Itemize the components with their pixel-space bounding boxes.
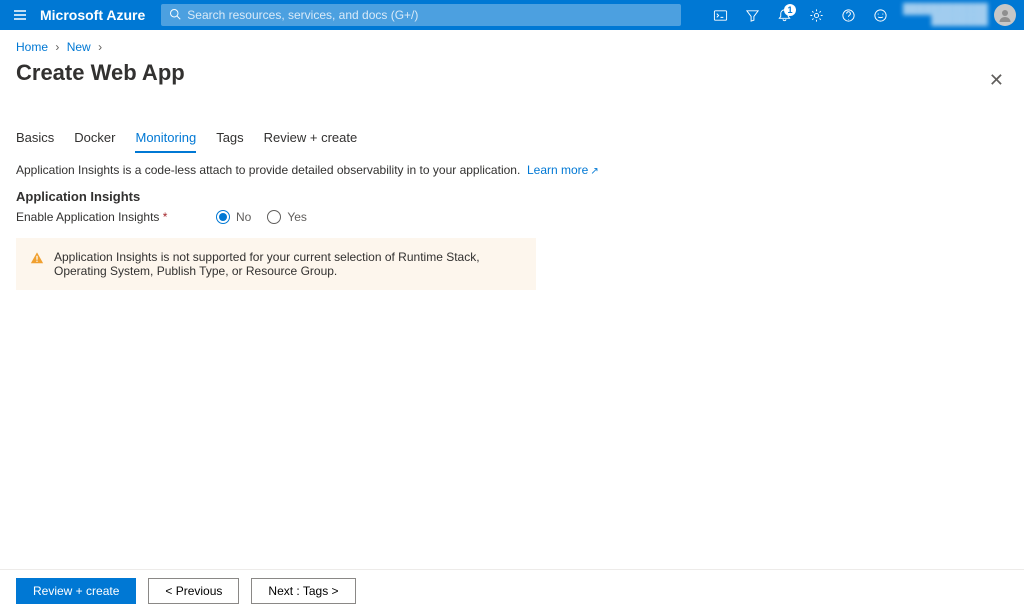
account-button[interactable]: ████████████████████ (903, 4, 1016, 26)
learn-more-link[interactable]: Learn more↗ (527, 163, 599, 177)
account-label: ████████████████████ (903, 4, 988, 26)
enable-app-insights-radios: No Yes (216, 210, 307, 224)
warning-triangle-icon (30, 251, 44, 268)
brand-label[interactable]: Microsoft Azure (40, 7, 145, 23)
avatar-icon (994, 4, 1016, 26)
notifications-badge: 1 (784, 4, 796, 16)
field-label-text: Enable Application Insights (16, 210, 159, 224)
search-input[interactable] (187, 8, 673, 22)
radio-yes-label: Yes (287, 210, 307, 224)
notifications-icon[interactable]: 1 (771, 1, 799, 29)
required-asterisk: * (163, 210, 168, 224)
enable-app-insights-row: Enable Application Insights * No Yes (16, 210, 1008, 224)
chevron-right-icon: › (98, 40, 102, 54)
settings-gear-icon[interactable] (803, 1, 831, 29)
radio-dot-icon (267, 210, 281, 224)
radio-dot-icon (216, 210, 230, 224)
help-icon[interactable] (835, 1, 863, 29)
tab-tags[interactable]: Tags (216, 124, 243, 153)
chevron-right-icon: › (55, 40, 59, 54)
warning-text: Application Insights is not supported fo… (54, 250, 522, 278)
review-create-button[interactable]: Review + create (16, 578, 136, 604)
breadcrumb: Home › New › (16, 40, 1008, 54)
radio-no-label: No (236, 210, 251, 224)
external-link-icon: ↗ (590, 166, 598, 177)
enable-app-insights-label: Enable Application Insights * (16, 210, 216, 224)
previous-button[interactable]: < Previous (148, 578, 239, 604)
search-icon (169, 8, 181, 23)
tabs: Basics Docker Monitoring Tags Review + c… (16, 124, 1008, 153)
tab-docker[interactable]: Docker (74, 124, 115, 153)
close-icon[interactable]: ✕ (985, 66, 1008, 95)
section-application-insights: Application Insights (16, 189, 1008, 204)
page-title: Create Web App (16, 60, 185, 86)
header-icons: 1 ████████████████████ (707, 1, 1016, 29)
intro-body: Application Insights is a code-less atta… (16, 163, 520, 177)
intro-text: Application Insights is a code-less atta… (16, 163, 1008, 177)
footer-bar: Review + create < Previous Next : Tags > (0, 569, 1024, 611)
top-header: Microsoft Azure 1 ████████████████████ (0, 0, 1024, 30)
directory-filter-icon[interactable] (739, 1, 767, 29)
learn-more-label: Learn more (527, 163, 588, 177)
next-button[interactable]: Next : Tags > (251, 578, 355, 604)
feedback-icon[interactable] (867, 1, 895, 29)
page-content: Home › New › Create Web App ✕ Basics Doc… (0, 30, 1024, 569)
tab-review-create[interactable]: Review + create (264, 124, 358, 153)
tab-monitoring[interactable]: Monitoring (135, 124, 196, 153)
global-search[interactable] (161, 4, 681, 26)
hamburger-menu-icon[interactable] (8, 3, 32, 27)
breadcrumb-new[interactable]: New (67, 40, 91, 54)
cloud-shell-icon[interactable] (707, 1, 735, 29)
radio-no[interactable]: No (216, 210, 251, 224)
radio-yes[interactable]: Yes (267, 210, 307, 224)
warning-box: Application Insights is not supported fo… (16, 238, 536, 290)
breadcrumb-home[interactable]: Home (16, 40, 48, 54)
tab-basics[interactable]: Basics (16, 124, 54, 153)
